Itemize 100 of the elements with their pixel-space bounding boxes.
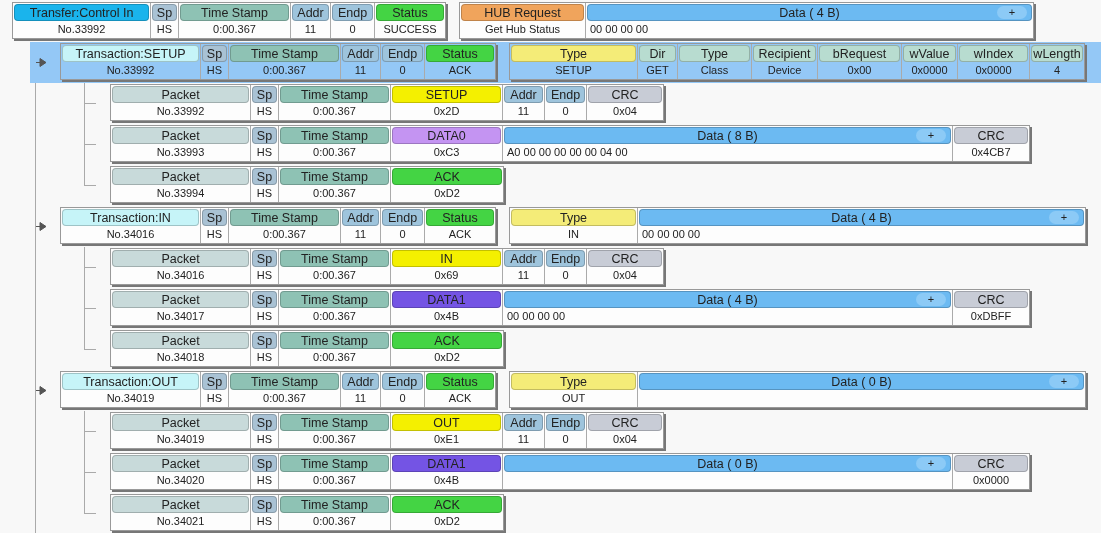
field-header: Packet: [112, 127, 249, 144]
field-value: 0x4B: [432, 473, 461, 488]
expand-button[interactable]: +: [1049, 211, 1079, 224]
field-header: Endp: [382, 373, 423, 390]
field-value: 0:00.367: [312, 473, 357, 488]
field-header: Endp: [546, 250, 585, 267]
packet-row[interactable]: Packet No.33993 Sp HS Time Stamp 0:00.367 DATA0 0xC3 Data ( 8 B) + A0 00 00 00 00 00 04 00 CRC 0x4CB7: [0, 124, 1101, 165]
packet-row[interactable]: Packet No.34019 Sp HS Time Stamp 0:00.367 OUT 0xE1 Addr 11 Endp 0 CRC 0x04: [0, 411, 1101, 452]
field-value: SETUP: [554, 63, 593, 78]
packet-row[interactable]: Packet No.33994 Sp HS Time Stamp 0:00.367 ACK 0xD2: [0, 165, 1101, 206]
field-value: 0x04: [612, 432, 638, 447]
field-value: 0: [348, 22, 357, 37]
field-value: 11: [516, 432, 531, 447]
field-value: HS: [205, 227, 224, 242]
field-header: Time Stamp: [280, 250, 389, 267]
field-header: Type: [511, 209, 636, 226]
field-header: Addr: [342, 373, 379, 390]
field-value: 0xDBFF: [969, 309, 1013, 324]
field-value: 0xD2: [433, 350, 461, 365]
expand-button[interactable]: +: [916, 457, 946, 470]
transaction-row[interactable]: Transaction:OUT No.34019 Sp HS Time Stamp 0:00.367 Addr 11 Endp 0 Status ACK Type OUT Data ( 0 B) +: [30, 370, 1101, 411]
field-header: DATA1: [392, 291, 501, 308]
field-value: No.33993: [155, 145, 206, 160]
field-value: 0xE1: [432, 432, 461, 447]
pointer-arrow-icon[interactable]: [36, 386, 47, 395]
field-value: 0:00.367: [312, 104, 357, 119]
expand-button[interactable]: +: [997, 6, 1027, 19]
field-value: 0:00.367: [312, 186, 357, 201]
field-header: Packet: [112, 86, 249, 103]
field-header: Sp: [252, 168, 277, 185]
pointer-arrow-icon[interactable]: [36, 58, 47, 67]
field-header: Dir: [639, 45, 676, 62]
field-value: 0xD2: [433, 514, 461, 529]
field-header: Status: [426, 209, 494, 226]
transaction-row[interactable]: Transaction:SETUP No.33992 Sp HS Time Stamp 0:00.367 Addr 11 Endp 0 Status ACK Type SETUP Dir GET Type Class Recipient Device bRequest 0x00 wValue 0x0000 wIndex 0x0000 wLength 4: [30, 42, 1101, 83]
field-value: GET: [645, 63, 670, 78]
field-header: Time Stamp: [280, 496, 389, 513]
field-header: Status: [376, 4, 444, 21]
field-header: Status: [426, 373, 494, 390]
field-header: Sp: [152, 4, 177, 21]
packet-row[interactable]: Packet No.34021 Sp HS Time Stamp 0:00.367 ACK 0xD2: [0, 493, 1101, 533]
packet-row[interactable]: Packet No.34017 Sp HS Time Stamp 0:00.367 DATA1 0x4B Data ( 4 B) + 00 00 00 00 CRC 0xDBFF: [0, 288, 1101, 329]
pointer-arrow-icon[interactable]: [36, 222, 47, 231]
field-value: 0x4B: [432, 309, 461, 324]
field-value: 11: [353, 63, 368, 78]
field-value: No.34016: [105, 227, 156, 242]
field-header: Addr: [342, 45, 379, 62]
field-header: Sp: [202, 45, 227, 62]
expand-button[interactable]: +: [1049, 375, 1079, 388]
field-value: HS: [255, 514, 274, 529]
field-value: 11: [353, 227, 368, 242]
field-header: Type: [511, 373, 636, 390]
packet-row[interactable]: Packet No.34018 Sp HS Time Stamp 0:00.367 ACK 0xD2: [0, 329, 1101, 370]
field-header: OUT: [392, 414, 501, 431]
field-value: No.34019: [155, 432, 206, 447]
field-header: CRC: [588, 414, 662, 431]
field-value: 0x0000: [974, 63, 1013, 78]
field-value: SUCCESS: [382, 22, 438, 37]
field-value: 0x00: [846, 63, 873, 78]
field-value: 00 00 00 00: [641, 227, 702, 242]
field-value: 11: [516, 104, 531, 119]
transfer-row[interactable]: Transfer:Control In No.33992 Sp HS Time Stamp 0:00.367 Addr 11 Endp 0 Status SUCCESS HUB Request Get Hub Status Data ( 4 B) + 00 00 00 00: [0, 1, 1101, 42]
field-header: Time Stamp: [280, 168, 389, 185]
transaction-row[interactable]: Transaction:IN No.34016 Sp HS Time Stamp 0:00.367 Addr 11 Endp 0 Status ACK Type IN Data ( 4 B) + 00 00 00 00: [30, 206, 1101, 247]
field-value: 0: [561, 104, 570, 119]
field-header: Sp: [202, 373, 227, 390]
field-header: bRequest: [819, 45, 900, 62]
field-header: Status: [426, 45, 494, 62]
field-value: OUT: [560, 391, 587, 406]
field-header: Packet: [112, 496, 249, 513]
field-value: 0:00.367: [262, 391, 307, 406]
field-value: 0:00.367: [312, 514, 357, 529]
field-header: Data ( 0 B) +: [639, 373, 1084, 390]
field-value: 0: [398, 227, 407, 242]
field-value: 00 00 00 00: [506, 309, 567, 324]
field-value: No.33992: [155, 104, 206, 119]
field-header: Time Stamp: [280, 291, 389, 308]
field-value: Get Hub Status: [483, 22, 562, 37]
field-value: 0x04: [612, 104, 638, 119]
field-value: 0:00.367: [312, 309, 357, 324]
field-value: No.33994: [155, 186, 206, 201]
field-header: Sp: [252, 332, 277, 349]
field-value: 0:00.367: [312, 145, 357, 160]
field-value: 0: [398, 391, 407, 406]
field-header: Sp: [252, 291, 277, 308]
field-header: Endp: [382, 209, 423, 226]
packet-row[interactable]: Packet No.33992 Sp HS Time Stamp 0:00.367 SETUP 0x2D Addr 11 Endp 0 CRC 0x04: [0, 83, 1101, 124]
field-value: 0: [561, 268, 570, 283]
field-value: ACK: [447, 391, 473, 406]
field-header: Endp: [546, 86, 585, 103]
field-value: 00 00 00 00: [589, 22, 650, 37]
field-value: No.34017: [155, 309, 206, 324]
packet-row[interactable]: Packet No.34016 Sp HS Time Stamp 0:00.367 IN 0x69 Addr 11 Endp 0 CRC 0x04: [0, 247, 1101, 288]
field-header: Packet: [112, 414, 249, 431]
expand-button[interactable]: +: [916, 293, 946, 306]
field-value: No.33992: [56, 22, 107, 37]
field-header: Transaction:SETUP: [62, 45, 199, 62]
field-header: CRC: [954, 455, 1028, 472]
packet-row[interactable]: Packet No.34020 Sp HS Time Stamp 0:00.367 DATA1 0x4B Data ( 0 B) + CRC 0x0000: [0, 452, 1101, 493]
expand-button[interactable]: +: [916, 129, 946, 142]
